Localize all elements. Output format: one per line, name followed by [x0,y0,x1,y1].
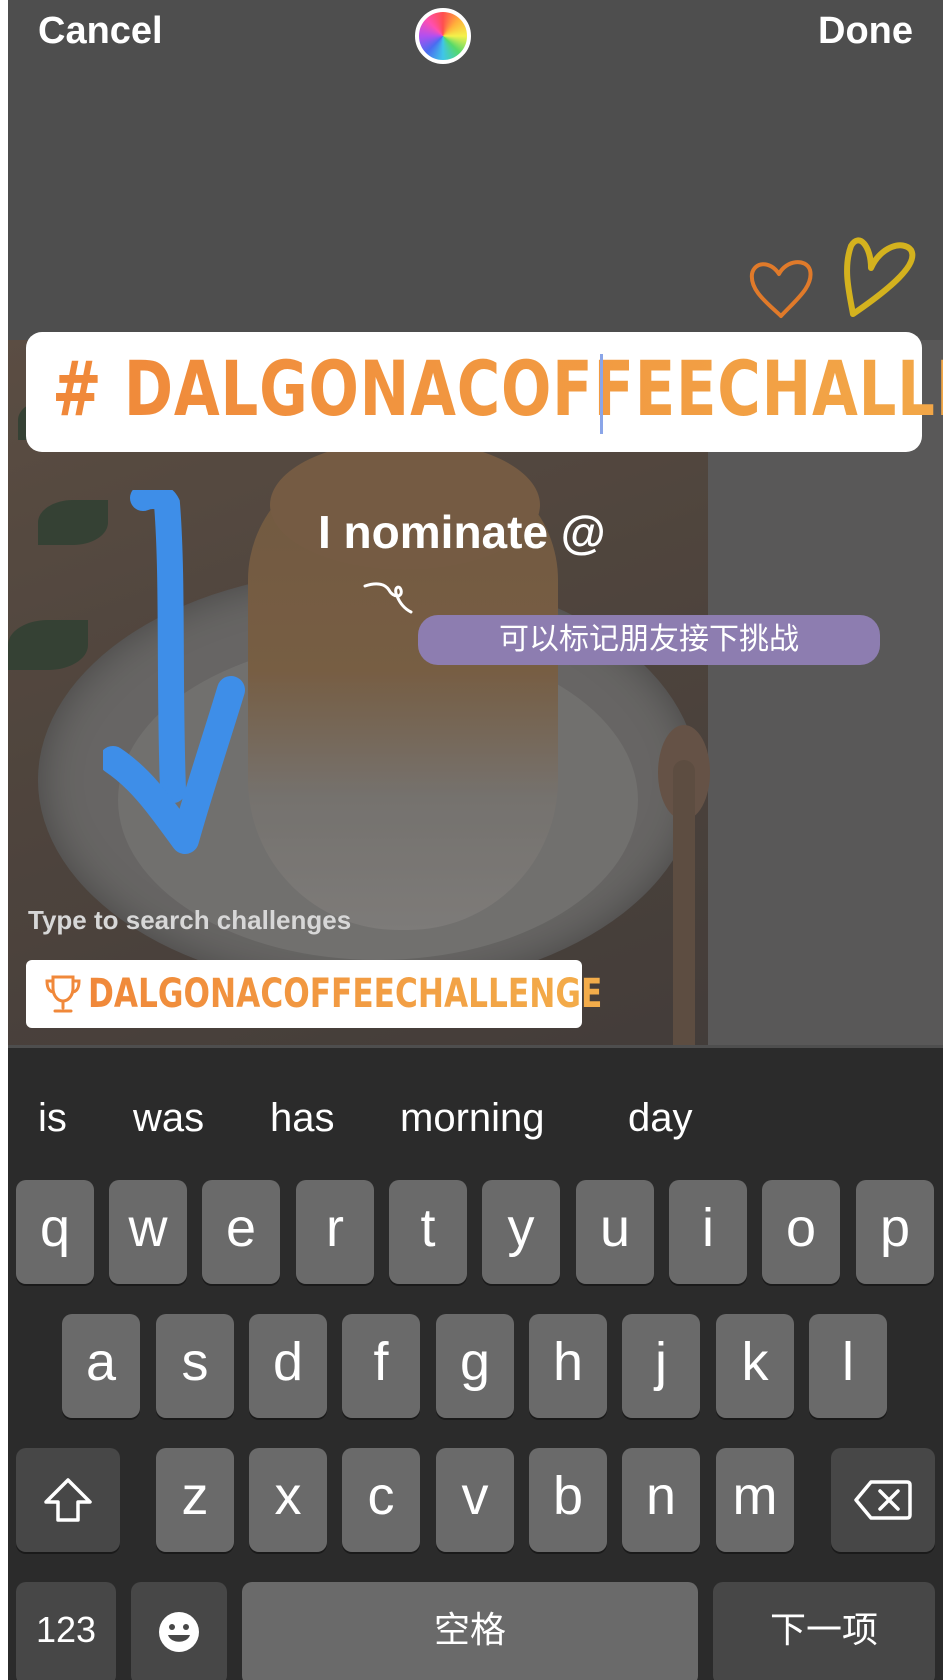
key-t[interactable]: t [389,1180,467,1284]
prediction-1[interactable]: is [38,1096,67,1141]
key-q[interactable]: q [16,1180,94,1284]
chinese-note-label[interactable]: 可以标记朋友接下挑战 [418,615,880,665]
key-i[interactable]: i [669,1180,747,1284]
suggestion-text: DALGONACOFFEECHALLENGE [88,971,603,1017]
prediction-4[interactable]: morning [400,1096,545,1141]
key-u[interactable]: u [576,1180,654,1284]
key-w[interactable]: w [109,1180,187,1284]
key-b[interactable]: b [529,1448,607,1552]
nominate-text[interactable]: I nominate @ [318,505,606,559]
numbers-key[interactable]: 123 [16,1582,116,1680]
key-y[interactable]: y [482,1180,560,1284]
squiggle-doodle-icon [363,582,413,614]
heart-doodle-icon [844,237,916,317]
heart-doodle-icon [749,260,813,318]
keyboard: is was has morning day q w e r t y u i o… [8,1048,943,1680]
trophy-icon [45,975,81,1013]
shift-icon [44,1478,92,1522]
key-d[interactable]: d [249,1314,327,1418]
key-g[interactable]: g [436,1314,514,1418]
prediction-3[interactable]: has [270,1096,335,1141]
space-key[interactable]: 空格 [242,1582,698,1680]
next-key[interactable]: 下一项 [713,1582,935,1680]
predictive-bar: is was has morning day [8,1048,943,1178]
done-button[interactable]: Done [818,10,913,53]
key-e[interactable]: e [202,1180,280,1284]
prediction-2[interactable]: was [133,1096,204,1141]
key-s[interactable]: s [156,1314,234,1418]
key-p[interactable]: p [856,1180,934,1284]
key-j[interactable]: j [622,1314,700,1418]
backspace-icon [854,1480,912,1520]
story-editor: Cancel Done # DALGONACOFFEECHALLENGE I n… [8,0,943,1680]
key-m[interactable]: m [716,1448,794,1552]
key-r[interactable]: r [296,1180,374,1284]
key-o[interactable]: o [762,1180,840,1284]
text-caret [600,354,603,434]
key-c[interactable]: c [342,1448,420,1552]
key-a[interactable]: a [62,1314,140,1418]
key-h[interactable]: h [529,1314,607,1418]
top-bar: Cancel Done [8,0,943,80]
prediction-5[interactable]: day [628,1096,693,1141]
key-f[interactable]: f [342,1314,420,1418]
key-k[interactable]: k [716,1314,794,1418]
color-picker-icon[interactable] [415,8,471,64]
key-v[interactable]: v [436,1448,514,1552]
shift-key[interactable] [16,1448,120,1552]
hashtag-text[interactable]: # DALGONACOFFEECHALLENGE [52,344,943,433]
search-hint: Type to search challenges [28,905,352,935]
emoji-key[interactable] [131,1582,227,1680]
arrow-doodle-icon [103,490,245,854]
emoji-icon [159,1612,199,1652]
key-n[interactable]: n [622,1448,700,1552]
hashtag-sticker[interactable]: # DALGONACOFFEECHALLENGE [26,332,943,452]
key-x[interactable]: x [249,1448,327,1552]
challenge-suggestion[interactable]: DALGONACOFFEECHALLENGE [26,960,602,1028]
key-z[interactable]: z [156,1448,234,1552]
backspace-key[interactable] [831,1448,935,1552]
key-l[interactable]: l [809,1314,887,1418]
cancel-button[interactable]: Cancel [38,10,163,53]
